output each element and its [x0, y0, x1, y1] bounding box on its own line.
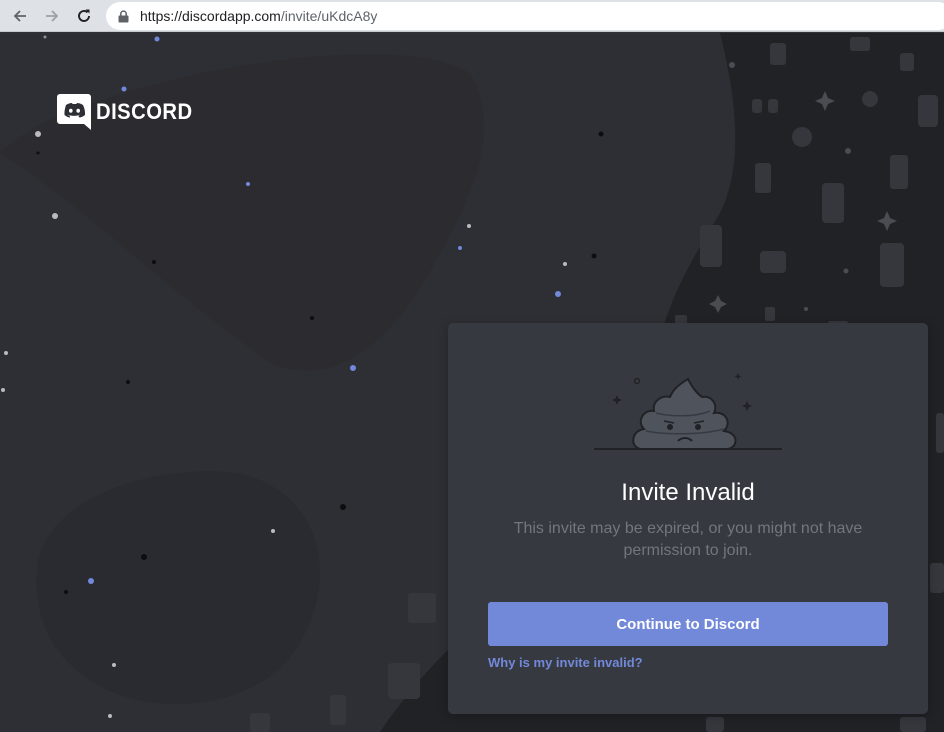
- why-invite-invalid-link[interactable]: Why is my invite invalid?: [488, 655, 643, 670]
- lock-icon: [118, 9, 132, 23]
- reload-icon: [78, 9, 90, 22]
- url-path: /invite/uKdcA8y: [280, 8, 378, 24]
- poop-emoji-illustration: [594, 373, 782, 450]
- continue-to-discord-button[interactable]: Continue to Discord: [488, 602, 888, 646]
- address-bar[interactable]: https://discordapp.com/invite/uKdcA8y: [106, 2, 944, 30]
- arrow-left-icon: [13, 10, 26, 22]
- card-description: This invite may be expired, or you might…: [513, 520, 863, 559]
- card-title: Invite Invalid: [621, 479, 755, 506]
- reload-button[interactable]: [72, 4, 96, 28]
- logo-wordmark: DISCORD: [96, 99, 193, 124]
- back-button[interactable]: [8, 4, 32, 28]
- url-host: https://discordapp.com: [140, 8, 281, 24]
- invite-page: DISCORD Invite Invalid This invite may b…: [0, 33, 944, 732]
- discord-clyde-icon: [57, 94, 91, 130]
- forward-button[interactable]: [40, 4, 64, 28]
- invite-card: Invite Invalid This invite may be expire…: [448, 323, 928, 714]
- arrow-right-icon: [46, 10, 59, 22]
- url-text: https://discordapp.com/invite/uKdcA8y: [140, 8, 377, 24]
- discord-logo[interactable]: DISCORD: [57, 94, 201, 130]
- browser-toolbar: https://discordapp.com/invite/uKdcA8y: [0, 0, 944, 32]
